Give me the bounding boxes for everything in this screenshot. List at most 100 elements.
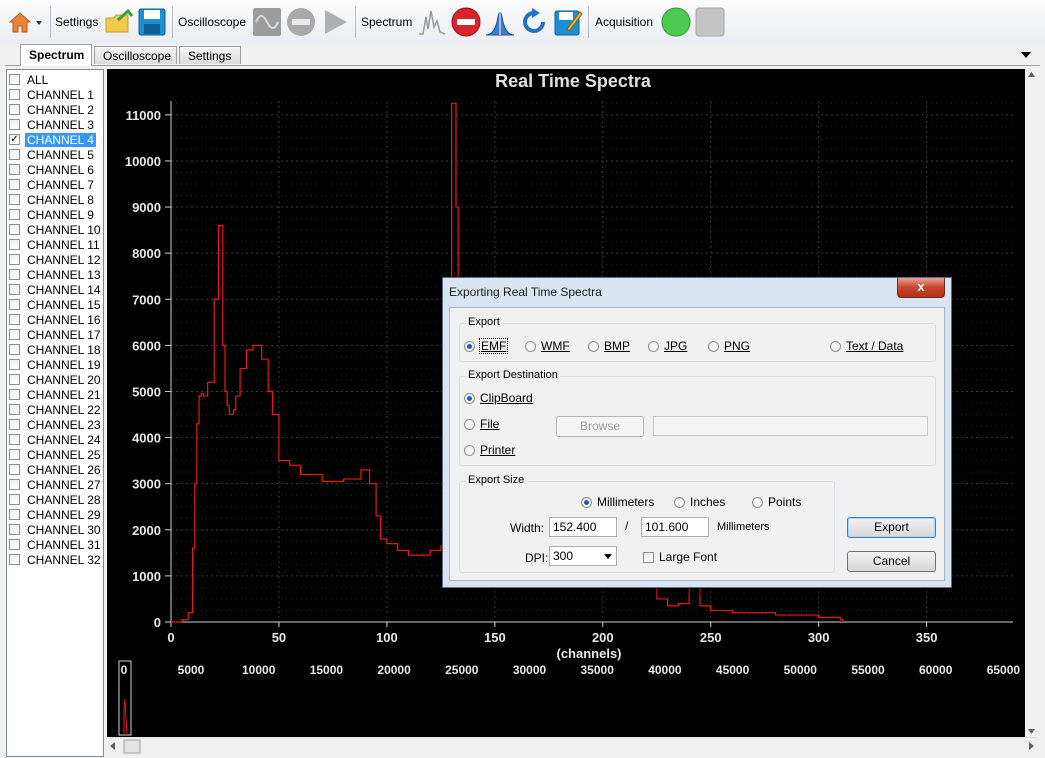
- channel-checkbox[interactable]: [9, 119, 20, 130]
- channel-item[interactable]: CHANNEL 27: [9, 477, 103, 492]
- save-settings-button[interactable]: [136, 6, 168, 38]
- format-bmp-radio[interactable]: BMP: [588, 339, 630, 353]
- channel-checkbox[interactable]: [9, 449, 20, 460]
- tab-dropdown-arrow-icon[interactable]: [1020, 51, 1032, 59]
- file-path-input[interactable]: [653, 416, 928, 436]
- format-wmf-radio[interactable]: WMF: [525, 339, 570, 353]
- channel-checkbox[interactable]: [9, 269, 20, 280]
- cancel-button[interactable]: Cancel: [847, 551, 936, 572]
- format-emf-radio[interactable]: EMF: [464, 338, 509, 354]
- channel-item[interactable]: ALL: [9, 72, 50, 87]
- height-input[interactable]: 101.600: [641, 517, 709, 537]
- channel-checkbox[interactable]: [9, 434, 20, 445]
- channel-checkbox[interactable]: [9, 164, 20, 175]
- channel-checkbox[interactable]: [9, 329, 20, 340]
- unit-millimeters-radio[interactable]: Millimeters: [581, 495, 654, 509]
- channel-checkbox[interactable]: [9, 239, 20, 250]
- channel-checkbox[interactable]: [9, 194, 20, 205]
- channel-checkbox[interactable]: [9, 224, 20, 235]
- spectrum-histogram-button[interactable]: [484, 6, 516, 38]
- channel-item[interactable]: CHANNEL 15: [9, 297, 103, 312]
- channel-checkbox[interactable]: [9, 359, 20, 370]
- channel-item[interactable]: CHANNEL 26: [9, 462, 103, 477]
- channel-item[interactable]: CHANNEL 12: [9, 252, 103, 267]
- channel-item[interactable]: CHANNEL 28: [9, 492, 103, 507]
- channel-checkbox[interactable]: [9, 314, 20, 325]
- chart-horizontal-scrollbar[interactable]: [107, 737, 1038, 755]
- channel-item[interactable]: CHANNEL 31: [9, 537, 103, 552]
- dialog-close-button[interactable]: x: [897, 278, 945, 298]
- channel-item[interactable]: CHANNEL 22: [9, 402, 103, 417]
- unit-inches-radio[interactable]: Inches: [674, 495, 725, 509]
- channel-item[interactable]: CHANNEL 14: [9, 282, 103, 297]
- channel-item[interactable]: CHANNEL 13: [9, 267, 103, 282]
- channel-checkbox[interactable]: [9, 509, 20, 520]
- channel-item[interactable]: CHANNEL 24: [9, 432, 103, 447]
- tab-spectrum[interactable]: Spectrum: [20, 44, 92, 66]
- channel-item[interactable]: CHANNEL 1: [9, 87, 96, 102]
- open-settings-button[interactable]: [103, 6, 135, 38]
- format-png-radio[interactable]: PNG: [708, 339, 750, 353]
- channel-item[interactable]: CHANNEL 23: [9, 417, 103, 432]
- oscilloscope-play-button[interactable]: [319, 6, 351, 38]
- destination-clipboard-radio[interactable]: ClipBoard: [464, 391, 533, 405]
- spectrum-reset-button[interactable]: [518, 6, 550, 38]
- channel-item[interactable]: CHANNEL 3: [9, 117, 96, 132]
- large-font-checkbox[interactable]: Large Font: [643, 550, 717, 564]
- channel-checkbox[interactable]: [9, 284, 20, 295]
- channel-checkbox[interactable]: [9, 389, 20, 400]
- channel-item[interactable]: CHANNEL 17: [9, 327, 103, 342]
- width-input[interactable]: 152.400: [549, 517, 617, 537]
- channel-checkbox[interactable]: [9, 524, 20, 535]
- export-button[interactable]: Export: [847, 517, 936, 538]
- channel-checkbox[interactable]: [9, 179, 20, 190]
- channel-checkbox[interactable]: [9, 209, 20, 220]
- channel-checkbox[interactable]: [9, 404, 20, 415]
- acquisition-stop-button[interactable]: [694, 6, 726, 38]
- channel-checkbox[interactable]: [9, 374, 20, 385]
- channel-checkbox[interactable]: [9, 74, 20, 85]
- channel-item[interactable]: CHANNEL 2: [9, 102, 96, 117]
- channel-item[interactable]: CHANNEL 20: [9, 372, 103, 387]
- oscilloscope-stop-button[interactable]: [285, 6, 317, 38]
- channel-checkbox[interactable]: [9, 464, 20, 475]
- channel-item[interactable]: CHANNEL 19: [9, 357, 103, 372]
- channel-item[interactable]: CHANNEL 8: [9, 192, 96, 207]
- destination-printer-radio[interactable]: Printer: [464, 443, 515, 457]
- channel-item[interactable]: CHANNEL 18: [9, 342, 103, 357]
- channel-item[interactable]: CHANNEL 5: [9, 147, 96, 162]
- channel-checkbox[interactable]: [9, 494, 20, 505]
- spectrum-save-button[interactable]: [552, 6, 584, 38]
- destination-file-radio[interactable]: File: [464, 417, 499, 431]
- channel-item[interactable]: CHANNEL 16: [9, 312, 103, 327]
- channel-checkbox[interactable]: [9, 89, 20, 100]
- channel-checkbox[interactable]: [9, 419, 20, 430]
- dpi-select[interactable]: 300: [549, 546, 617, 566]
- channel-item[interactable]: CHANNEL 29: [9, 507, 103, 522]
- tab-oscilloscope[interactable]: Oscilloscope: [94, 46, 177, 64]
- browse-button[interactable]: Browse: [556, 416, 644, 437]
- home-menu-button[interactable]: [6, 6, 46, 38]
- unit-points-radio[interactable]: Points: [752, 495, 801, 509]
- channel-item[interactable]: CHANNEL 11: [9, 237, 102, 252]
- channel-checkbox[interactable]: [9, 344, 20, 355]
- channel-item[interactable]: CHANNEL 9: [9, 207, 96, 222]
- channel-item[interactable]: CHANNEL 6: [9, 162, 96, 177]
- channel-item[interactable]: CHANNEL 30: [9, 522, 103, 537]
- channel-item[interactable]: CHANNEL 32: [9, 552, 103, 567]
- channel-item[interactable]: CHANNEL 25: [9, 447, 103, 462]
- channel-checkbox[interactable]: [9, 254, 20, 265]
- oscilloscope-wave-button[interactable]: [251, 6, 283, 38]
- spectrum-stop-button[interactable]: [450, 6, 482, 38]
- spectrum-view-button[interactable]: [416, 6, 448, 38]
- tab-settings[interactable]: Settings: [179, 46, 241, 64]
- channel-checkbox[interactable]: [9, 149, 20, 160]
- channel-checkbox[interactable]: [9, 104, 20, 115]
- format-jpg-radio[interactable]: JPG: [648, 339, 687, 353]
- channel-item[interactable]: CHANNEL 21: [9, 387, 103, 402]
- format-text-data-radio[interactable]: Text / Data: [830, 339, 903, 353]
- channel-checkbox[interactable]: ✓: [9, 134, 20, 145]
- chart-vertical-scrollbar[interactable]: [1025, 69, 1038, 737]
- channel-item[interactable]: CHANNEL 7: [9, 177, 96, 192]
- channel-checkbox[interactable]: [9, 299, 20, 310]
